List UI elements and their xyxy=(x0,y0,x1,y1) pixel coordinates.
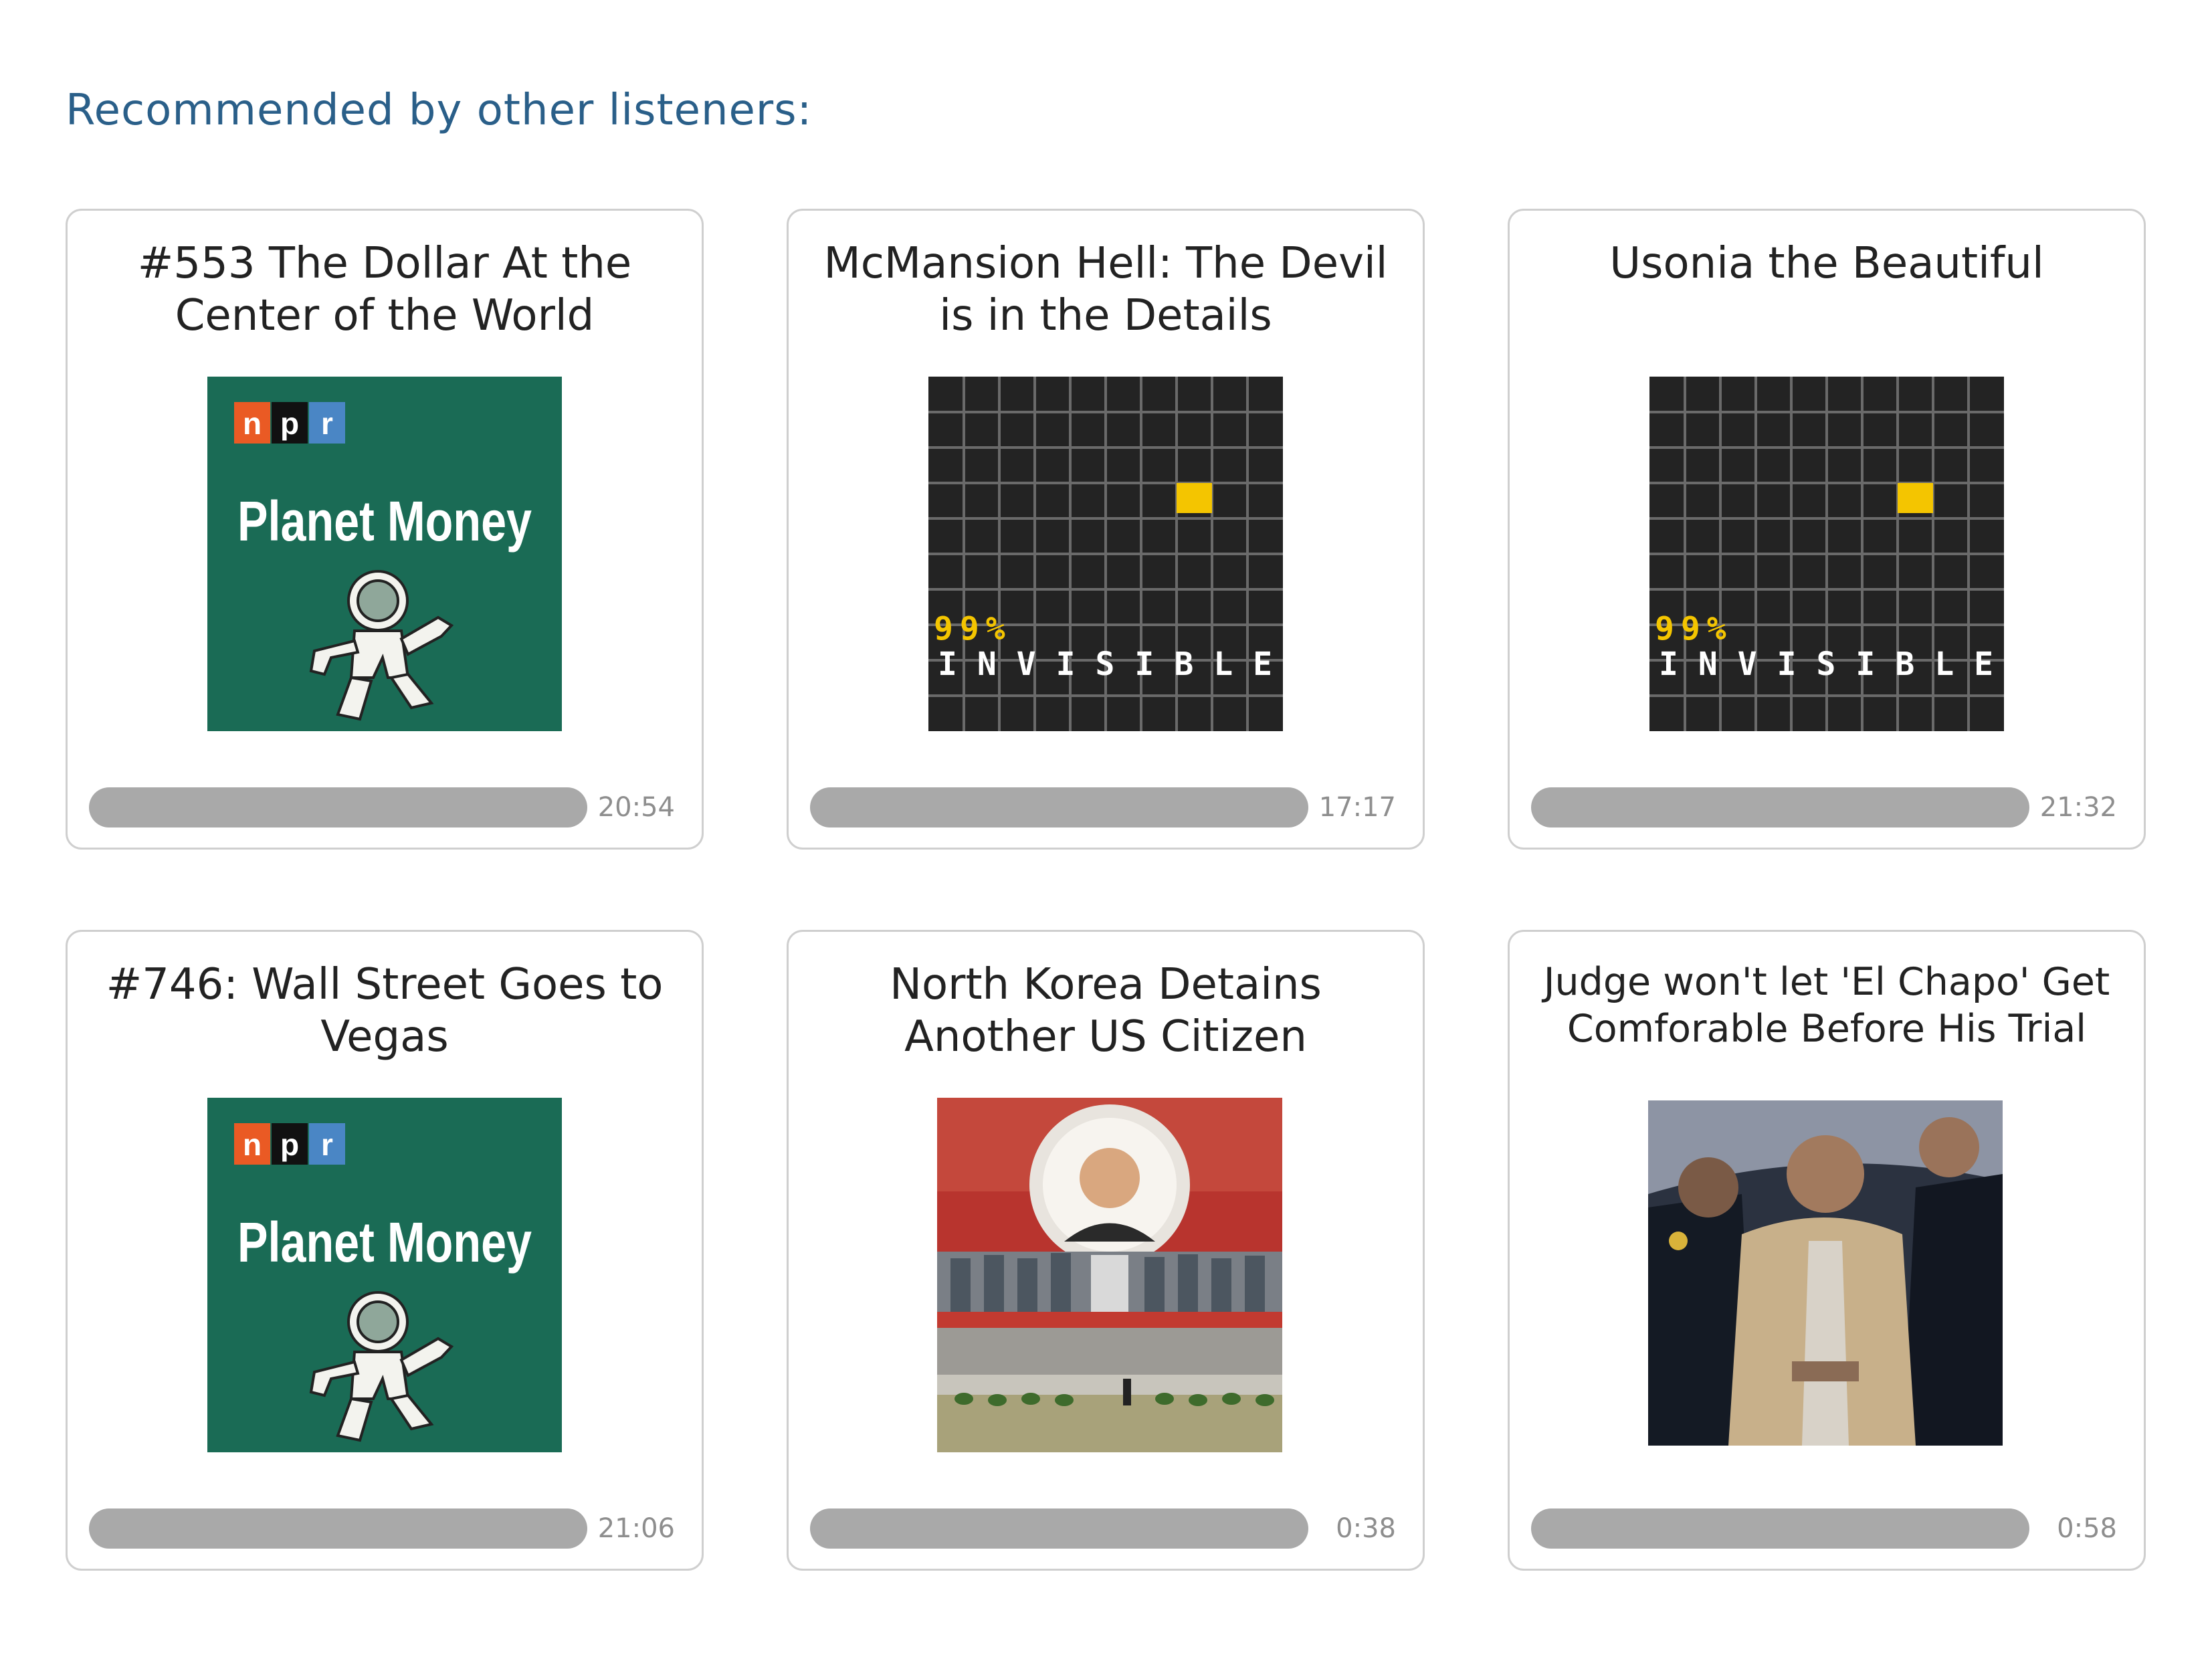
audio-player[interactable]: 17:17 xyxy=(810,786,1396,829)
audio-player[interactable]: 21:32 xyxy=(1531,786,2117,829)
north-korea-mural-image xyxy=(937,1098,1282,1452)
planet-money-wordmark: Planet Money xyxy=(237,1211,532,1274)
yellow-square xyxy=(1898,483,1933,513)
npr-r-letter: r xyxy=(321,1127,333,1162)
npr-p-letter: p xyxy=(280,406,299,441)
yellow-square xyxy=(1177,483,1212,513)
planet-money-logo-art: n p r Planet Money xyxy=(207,377,562,731)
audio-progress-bar[interactable] xyxy=(810,1508,1308,1549)
episode-title[interactable]: #746: Wall Street Goes to Vegas xyxy=(94,959,675,1063)
npr-n-letter: n xyxy=(243,406,262,441)
episode-title[interactable]: Judge won't let 'El Chapo' Get Comforabl… xyxy=(1536,959,2117,1052)
episode-card[interactable]: Usonia the Beautiful 99% INVISIBLE 21:32 xyxy=(1508,209,2146,850)
percent-label: 99% xyxy=(1655,610,1733,648)
99-invisible-artwork[interactable]: 99% INVISIBLE xyxy=(1649,377,2004,731)
episode-card[interactable]: McMansion Hell: The Devil is in the Deta… xyxy=(787,209,1425,850)
npr-r-letter: r xyxy=(321,406,333,441)
episode-duration: 17:17 xyxy=(1318,792,1396,823)
episode-duration: 0:58 xyxy=(2057,1513,2117,1544)
audio-player[interactable]: 0:38 xyxy=(810,1507,1396,1550)
planet-money-artwork[interactable]: n p r Planet Money xyxy=(207,1098,562,1452)
planet-money-wordmark: Planet Money xyxy=(237,490,532,553)
audio-player[interactable]: 0:58 xyxy=(1531,1507,2117,1550)
planet-money-logo-art: n p r Planet Money xyxy=(207,1098,562,1452)
99-invisible-artwork[interactable]: 99% INVISIBLE xyxy=(928,377,1283,731)
episode-card[interactable]: #553 The Dollar At the Center of the Wor… xyxy=(66,209,704,850)
episode-duration: 21:06 xyxy=(597,1513,675,1544)
section-heading: Recommended by other listeners: xyxy=(66,86,813,135)
north-korea-photo[interactable] xyxy=(937,1098,1282,1452)
episode-title[interactable]: #553 The Dollar At the Center of the Wor… xyxy=(94,237,675,342)
99-invisible-logo-art: 99% INVISIBLE xyxy=(928,377,1283,731)
invisible-wordmark: INVISIBLE xyxy=(1659,646,1993,683)
audio-progress-bar[interactable] xyxy=(1531,1508,2029,1549)
episode-card[interactable]: #746: Wall Street Goes to Vegas n p r Pl… xyxy=(66,930,704,1571)
audio-player[interactable]: 20:54 xyxy=(89,786,675,829)
el-chapo-escort-image xyxy=(1648,1100,2003,1446)
episode-card[interactable]: Judge won't let 'El Chapo' Get Comforabl… xyxy=(1508,930,2146,1571)
episode-title[interactable]: McMansion Hell: The Devil is in the Deta… xyxy=(815,237,1396,342)
npr-p-letter: p xyxy=(280,1127,299,1162)
episode-card[interactable]: North Korea Detains Another US Citizen 0… xyxy=(787,930,1425,1571)
planet-money-artwork[interactable]: n p r Planet Money xyxy=(207,377,562,731)
npr-n-letter: n xyxy=(243,1127,262,1162)
episode-duration: 0:38 xyxy=(1336,1513,1396,1544)
episode-duration: 20:54 xyxy=(597,792,675,823)
audio-player[interactable]: 21:06 xyxy=(89,1507,675,1550)
99-invisible-logo-art: 99% INVISIBLE xyxy=(1649,377,2004,731)
audio-progress-bar[interactable] xyxy=(810,787,1308,827)
episode-duration: 21:32 xyxy=(2039,792,2117,823)
percent-label: 99% xyxy=(934,610,1012,648)
episode-title[interactable]: North Korea Detains Another US Citizen xyxy=(815,959,1396,1063)
audio-progress-bar[interactable] xyxy=(89,787,587,827)
episode-title[interactable]: Usonia the Beautiful xyxy=(1536,237,2117,290)
el-chapo-photo[interactable] xyxy=(1648,1100,2003,1446)
audio-progress-bar[interactable] xyxy=(89,1508,587,1549)
invisible-wordmark: INVISIBLE xyxy=(938,646,1272,683)
audio-progress-bar[interactable] xyxy=(1531,787,2029,827)
